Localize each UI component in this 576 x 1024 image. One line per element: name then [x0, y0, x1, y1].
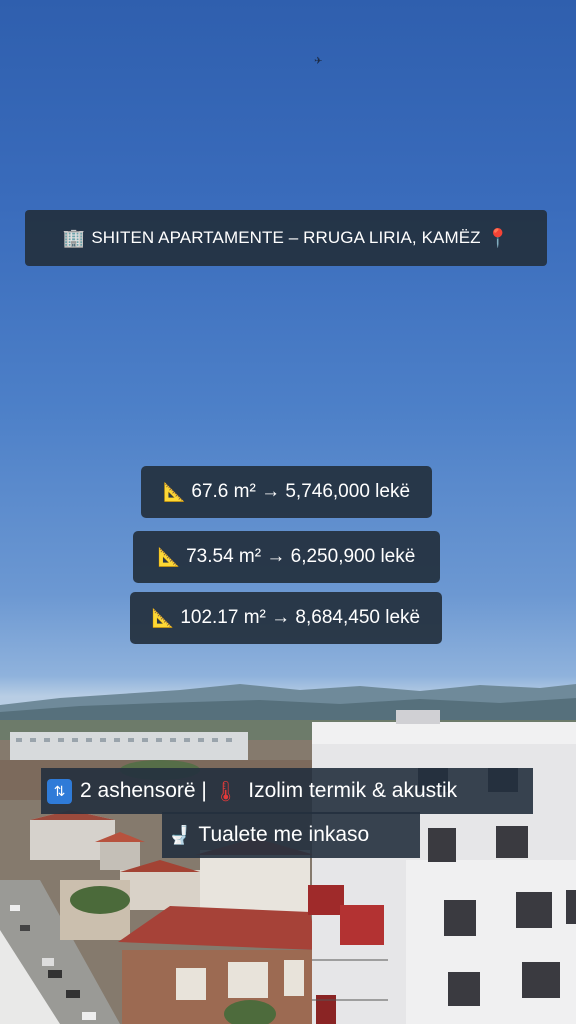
- insulation-text: Izolim termik & akustik: [248, 779, 458, 802]
- features-line-2: 🚽 Tualete me inkaso: [162, 812, 420, 858]
- price-card-1: 📐 67.6 m² → 5,746,000 lekë: [141, 466, 432, 518]
- headline-text: SHITEN APARTAMENTE – RRUGA LIRIA, KAMËZ: [91, 228, 481, 247]
- triangular-ruler-icon: 📐: [157, 546, 181, 567]
- price-text-1: 67.6 m² → 5,746,000 lekë: [191, 481, 411, 502]
- elevator-icon: ⇅: [47, 778, 72, 804]
- triangular-ruler-icon: 📐: [162, 481, 186, 502]
- price-card-2: 📐 73.54 m² → 6,250,900 lekë: [133, 531, 440, 583]
- office-building-icon: 🏢: [62, 227, 86, 248]
- price-text-3: 102.17 m² → 8,684,450 lekë: [180, 607, 421, 628]
- headline-banner: 🏢 SHITEN APARTAMENTE – RRUGA LIRIA, KAMË…: [25, 210, 547, 266]
- elevators-text: 2 ashensorë |: [80, 779, 207, 802]
- toilets-text: Tualete me inkaso: [198, 823, 370, 846]
- triangular-ruler-icon: 📐: [151, 607, 175, 628]
- features-line-1: ⇅ 2 ashensorë | 🌡 Izolim termik & akusti…: [41, 768, 533, 814]
- thermometer-icon: 🌡: [212, 780, 239, 803]
- price-text-2: 73.54 m² → 6,250,900 lekë: [186, 546, 416, 567]
- toilet-icon: 🚽: [168, 824, 191, 845]
- round-pushpin-icon: 📍: [486, 227, 510, 248]
- price-card-3: 📐 102.17 m² → 8,684,450 lekë: [130, 592, 442, 644]
